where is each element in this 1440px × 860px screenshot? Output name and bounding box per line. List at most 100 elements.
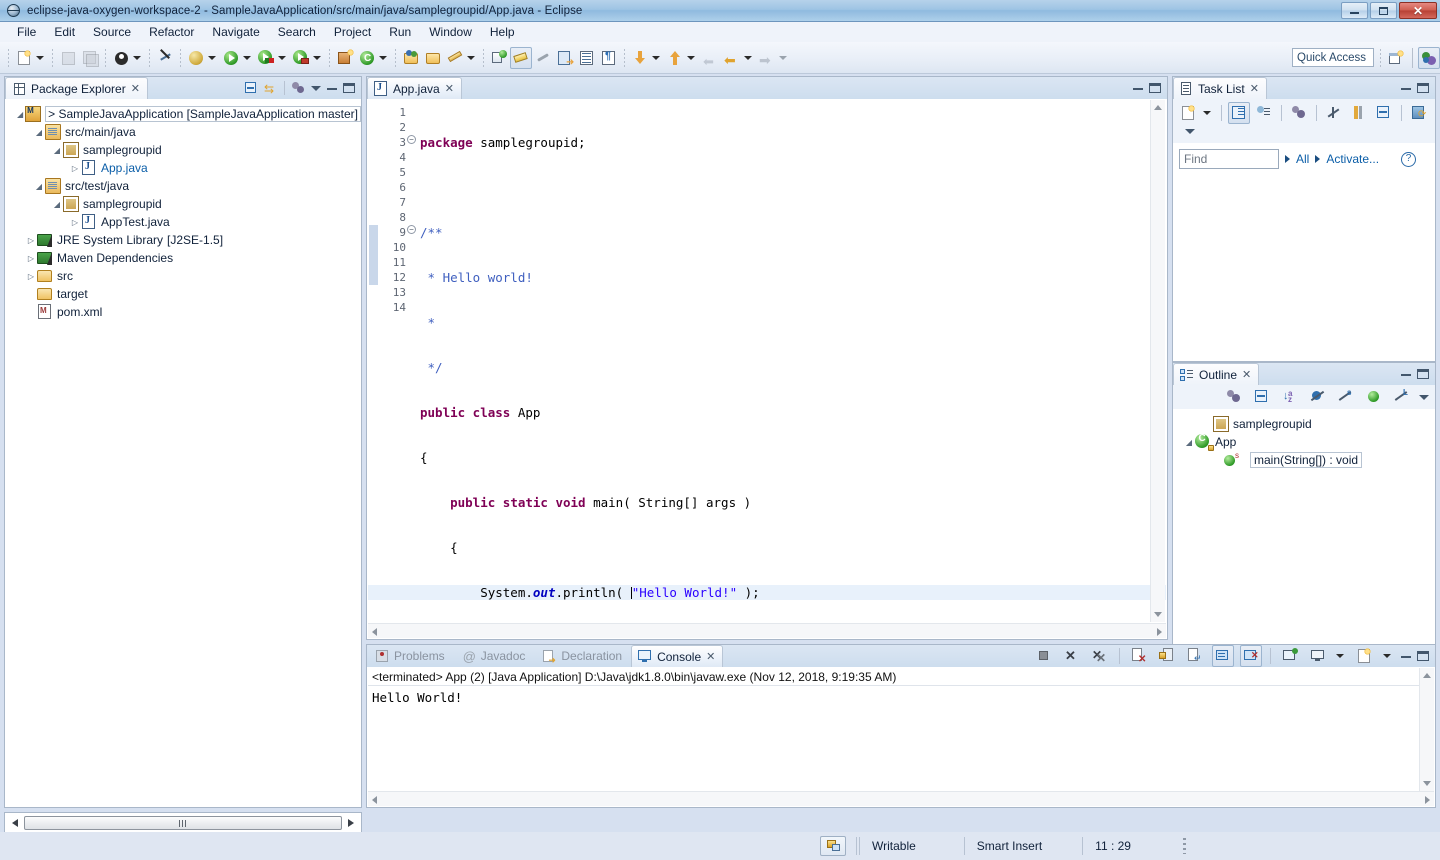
expand-activate-filter-icon[interactable]: [1315, 155, 1321, 163]
help-icon[interactable]: ?: [1401, 151, 1417, 167]
open-task-icon[interactable]: [422, 47, 444, 69]
back-dropdown-icon[interactable]: [744, 55, 752, 60]
synchronize-changed-icon[interactable]: ⟳: [1408, 102, 1430, 124]
filter-completed-icon[interactable]: [1323, 102, 1345, 124]
git-repository-icon[interactable]: [820, 836, 846, 856]
tree-item-src-test-java[interactable]: ◢ src/test/java: [5, 177, 361, 195]
tree-item-src-main-java[interactable]: ◢ src/main/java: [5, 123, 361, 141]
menu-edit[interactable]: Edit: [45, 23, 84, 41]
search-icon[interactable]: [488, 47, 510, 69]
remove-launch-icon[interactable]: ✕: [1061, 645, 1083, 667]
new-java-package-icon[interactable]: C: [356, 47, 378, 69]
tree-item-jre-system-library[interactable]: ▷ JRE System Library [J2SE-1.5]: [5, 231, 361, 249]
tree-item-package-main[interactable]: ◢ samplegroupid: [5, 141, 361, 159]
tab-app-java[interactable]: App.java ✕: [367, 77, 462, 99]
tab-task-list[interactable]: Task List ✕: [1173, 77, 1267, 99]
external-tools-dropdown-icon[interactable]: [313, 55, 321, 60]
tab-problems[interactable]: Problems: [367, 649, 454, 663]
editor-vscrollbar[interactable]: [1150, 100, 1165, 622]
outline-item-class-app[interactable]: ◢ App: [1173, 433, 1435, 451]
show-whitespace-icon[interactable]: [576, 47, 598, 69]
focus-on-active-task-icon[interactable]: [1223, 386, 1245, 408]
next-annotation-icon[interactable]: ➜: [554, 47, 576, 69]
highlight-icon[interactable]: [510, 46, 532, 69]
menu-help[interactable]: Help: [481, 23, 524, 41]
outline-item-method-main[interactable]: s main(String[]) : void: [1173, 451, 1435, 469]
filter-all-link[interactable]: All: [1296, 152, 1309, 166]
show-all-icon[interactable]: [1348, 102, 1370, 124]
edit-icon[interactable]: [444, 47, 466, 69]
view-menu-icon[interactable]: [1419, 394, 1429, 400]
open-console-icon[interactable]: [1354, 645, 1376, 667]
menu-file[interactable]: File: [8, 23, 45, 41]
scroll-right-icon[interactable]: [348, 819, 354, 827]
sort-icon[interactable]: ↓ a z: [1279, 386, 1301, 408]
view-filter-icon[interactable]: [291, 81, 305, 95]
activate-link[interactable]: Activate...: [1326, 152, 1379, 166]
minimize-button[interactable]: [1341, 2, 1368, 19]
twisty-collapsed-icon[interactable]: ▷: [69, 218, 81, 227]
edit-dropdown-icon[interactable]: [467, 55, 475, 60]
pilcrow-icon[interactable]: ¶: [598, 47, 620, 69]
package-explorer-hscrollbar[interactable]: [4, 812, 362, 834]
twisty-expanded-icon[interactable]: ◢: [1183, 438, 1195, 447]
open-console-dropdown-icon[interactable]: [1383, 654, 1391, 658]
scroll-lock-icon[interactable]: [1156, 645, 1178, 667]
collapse-all-icon[interactable]: [1373, 102, 1395, 124]
minimize-icon[interactable]: [1401, 87, 1411, 90]
tab-package-explorer[interactable]: Package Explorer ✕: [5, 77, 148, 99]
menu-source[interactable]: Source: [84, 23, 140, 41]
console-body[interactable]: <terminated> App (2) [Java Application] …: [368, 668, 1434, 806]
new-java-project-icon[interactable]: [334, 47, 356, 69]
hide-fields-icon[interactable]: [1307, 386, 1329, 408]
view-menu-icon[interactable]: [1185, 128, 1195, 134]
next-edit-dropdown-icon[interactable]: [652, 55, 660, 60]
tree-item-maven-dependencies[interactable]: ▷ Maven Dependencies: [5, 249, 361, 267]
scroll-down-icon[interactable]: [1154, 612, 1162, 617]
expand-all-filter-icon[interactable]: [1285, 155, 1290, 163]
collapse-all-icon[interactable]: [244, 81, 258, 95]
previous-edit-location-icon[interactable]: [664, 47, 686, 69]
maximize-icon[interactable]: [1417, 369, 1429, 379]
categorized-presentation-icon[interactable]: [1228, 102, 1250, 124]
twisty-expanded-icon[interactable]: ◢: [33, 128, 45, 137]
forward-icon[interactable]: ➡: [756, 47, 778, 69]
menu-navigate[interactable]: Navigate: [203, 23, 268, 41]
hide-static-icon[interactable]: s: [1335, 386, 1357, 408]
display-console-dropdown-icon[interactable]: [1336, 654, 1344, 658]
save-icon[interactable]: [57, 47, 79, 69]
menu-project[interactable]: Project: [325, 23, 380, 41]
editor-hscrollbar[interactable]: [368, 623, 1166, 638]
tree-item-target-folder[interactable]: target: [5, 285, 361, 303]
save-all-icon[interactable]: [79, 47, 101, 69]
scroll-left-icon[interactable]: [372, 796, 377, 804]
maximize-icon[interactable]: [1417, 651, 1429, 661]
twisty-collapsed-icon[interactable]: ▷: [25, 272, 37, 281]
scheduled-presentation-icon[interactable]: [1253, 102, 1275, 124]
twisty-expanded-icon[interactable]: ◢: [51, 200, 63, 209]
editor-folding-column[interactable]: − −: [407, 100, 418, 623]
run-dropdown-icon[interactable]: [243, 55, 251, 60]
debug-icon[interactable]: [185, 47, 207, 69]
maximize-icon[interactable]: [1149, 83, 1161, 93]
fold-collapse-icon[interactable]: −: [407, 225, 416, 234]
new-task-dropdown-icon[interactable]: [1203, 111, 1211, 115]
scroll-up-icon[interactable]: [1154, 105, 1162, 110]
fold-collapse-icon[interactable]: −: [407, 135, 416, 144]
minimize-icon[interactable]: [1133, 87, 1143, 90]
editor-source-text[interactable]: package samplegroupid; /** * Hello world…: [368, 100, 1166, 638]
java-perspective-icon[interactable]: [1418, 46, 1440, 69]
minimize-icon[interactable]: [327, 87, 337, 90]
editor-annotation-gutter[interactable]: [368, 100, 380, 623]
new-wizard-icon[interactable]: [13, 47, 35, 69]
tree-item-project[interactable]: ◢ > SampleJavaApplication [SampleJavaApp…: [5, 105, 361, 123]
outline-item-package[interactable]: samplegroupid: [1173, 415, 1435, 433]
maximize-icon[interactable]: [1417, 83, 1429, 93]
twisty-collapsed-icon[interactable]: ▷: [69, 164, 81, 173]
tree-item-pom-xml[interactable]: pom.xml: [5, 303, 361, 321]
new-wizard-dropdown-icon[interactable]: [36, 55, 44, 60]
link-with-editor-icon[interactable]: ⇆: [264, 81, 278, 96]
forward-dropdown-icon[interactable]: [779, 55, 787, 60]
find-input[interactable]: Find: [1179, 149, 1279, 169]
show-console-on-error-icon[interactable]: ✕: [1240, 645, 1262, 667]
